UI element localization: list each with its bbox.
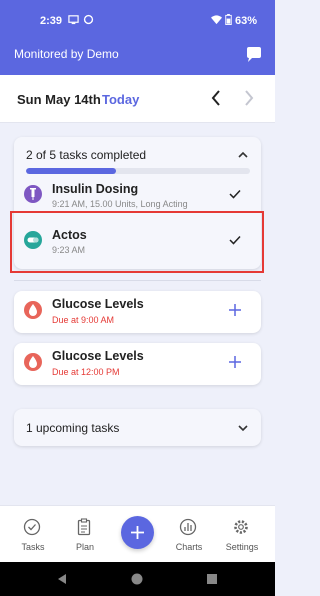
battery-percent: 63%	[235, 15, 258, 27]
task-name: Glucose Levels	[52, 297, 144, 311]
date-navigator: Sun May 14th Today	[0, 75, 275, 123]
progress-fill	[26, 168, 116, 174]
task-due-time: Due at 12:00 PM	[52, 367, 120, 377]
next-day-chevron-icon	[245, 90, 254, 106]
syringe-icon	[24, 185, 42, 203]
blood-drop-icon	[24, 353, 42, 371]
add-task-fab-button[interactable]	[121, 516, 154, 549]
add-entry-plus-icon[interactable]	[228, 303, 242, 317]
task-name: Insulin Dosing	[52, 182, 139, 196]
previous-day-chevron-icon[interactable]	[208, 88, 224, 108]
gear-icon	[234, 520, 248, 534]
collapse-chevron-icon[interactable]	[236, 148, 250, 162]
clipboard-icon	[77, 518, 91, 536]
nav-tasks[interactable]: Tasks	[8, 506, 58, 563]
recents-square-icon[interactable]	[206, 573, 218, 585]
home-circle-icon[interactable]	[131, 573, 143, 585]
tasks-progress-bar	[26, 168, 250, 174]
nav-label: Plan	[75, 542, 94, 552]
check-circle-icon	[23, 518, 41, 536]
nav-label: Tasks	[21, 542, 45, 552]
battery-icon	[225, 14, 232, 25]
wifi-icon	[211, 15, 222, 25]
task-card-glucose-levels-12pm[interactable]: Glucose Levels Due at 12:00 PM	[14, 343, 261, 385]
cast-icon	[68, 15, 79, 25]
task-detail: 9:21 AM, 15.00 Units, Long Acting	[52, 199, 188, 209]
nav-label: Settings	[225, 542, 259, 552]
sync-icon	[83, 14, 94, 25]
highlight-box	[10, 211, 264, 273]
system-navigation-bar	[0, 562, 275, 596]
status-time: 2:39	[40, 15, 63, 27]
app-header: Monitored by Demo	[0, 40, 275, 75]
status-bar: 2:39 63%	[0, 0, 275, 40]
nav-settings[interactable]: Settings	[217, 506, 267, 563]
plus-icon	[131, 526, 144, 539]
task-name: Glucose Levels	[52, 349, 144, 363]
task-card-glucose-levels-9am[interactable]: Glucose Levels Due at 9:00 AM	[14, 291, 261, 333]
upcoming-tasks-group[interactable]: 1 upcoming tasks	[14, 409, 261, 446]
upcoming-tasks-label: 1 upcoming tasks	[26, 421, 120, 435]
nav-label: Charts	[175, 542, 203, 552]
add-entry-plus-icon[interactable]	[228, 355, 242, 369]
expand-chevron-icon[interactable]	[236, 421, 250, 435]
section-divider	[14, 280, 261, 281]
back-triangle-icon[interactable]	[56, 573, 68, 585]
task-due-time: Due at 9:00 AM	[52, 315, 115, 325]
nav-charts[interactable]: Charts	[164, 506, 214, 563]
tasks-completed-summary: 2 of 5 tasks completed	[26, 148, 147, 162]
current-date: Sun May 14th	[17, 92, 101, 107]
nav-plan[interactable]: Plan	[60, 506, 110, 563]
checkmark-icon	[229, 189, 241, 199]
today-button[interactable]: Today	[102, 92, 139, 107]
header-title: Monitored by Demo	[14, 47, 119, 61]
bar-chart-icon	[179, 518, 197, 536]
chat-bubble-icon[interactable]	[245, 46, 263, 64]
blood-drop-icon	[24, 301, 42, 319]
